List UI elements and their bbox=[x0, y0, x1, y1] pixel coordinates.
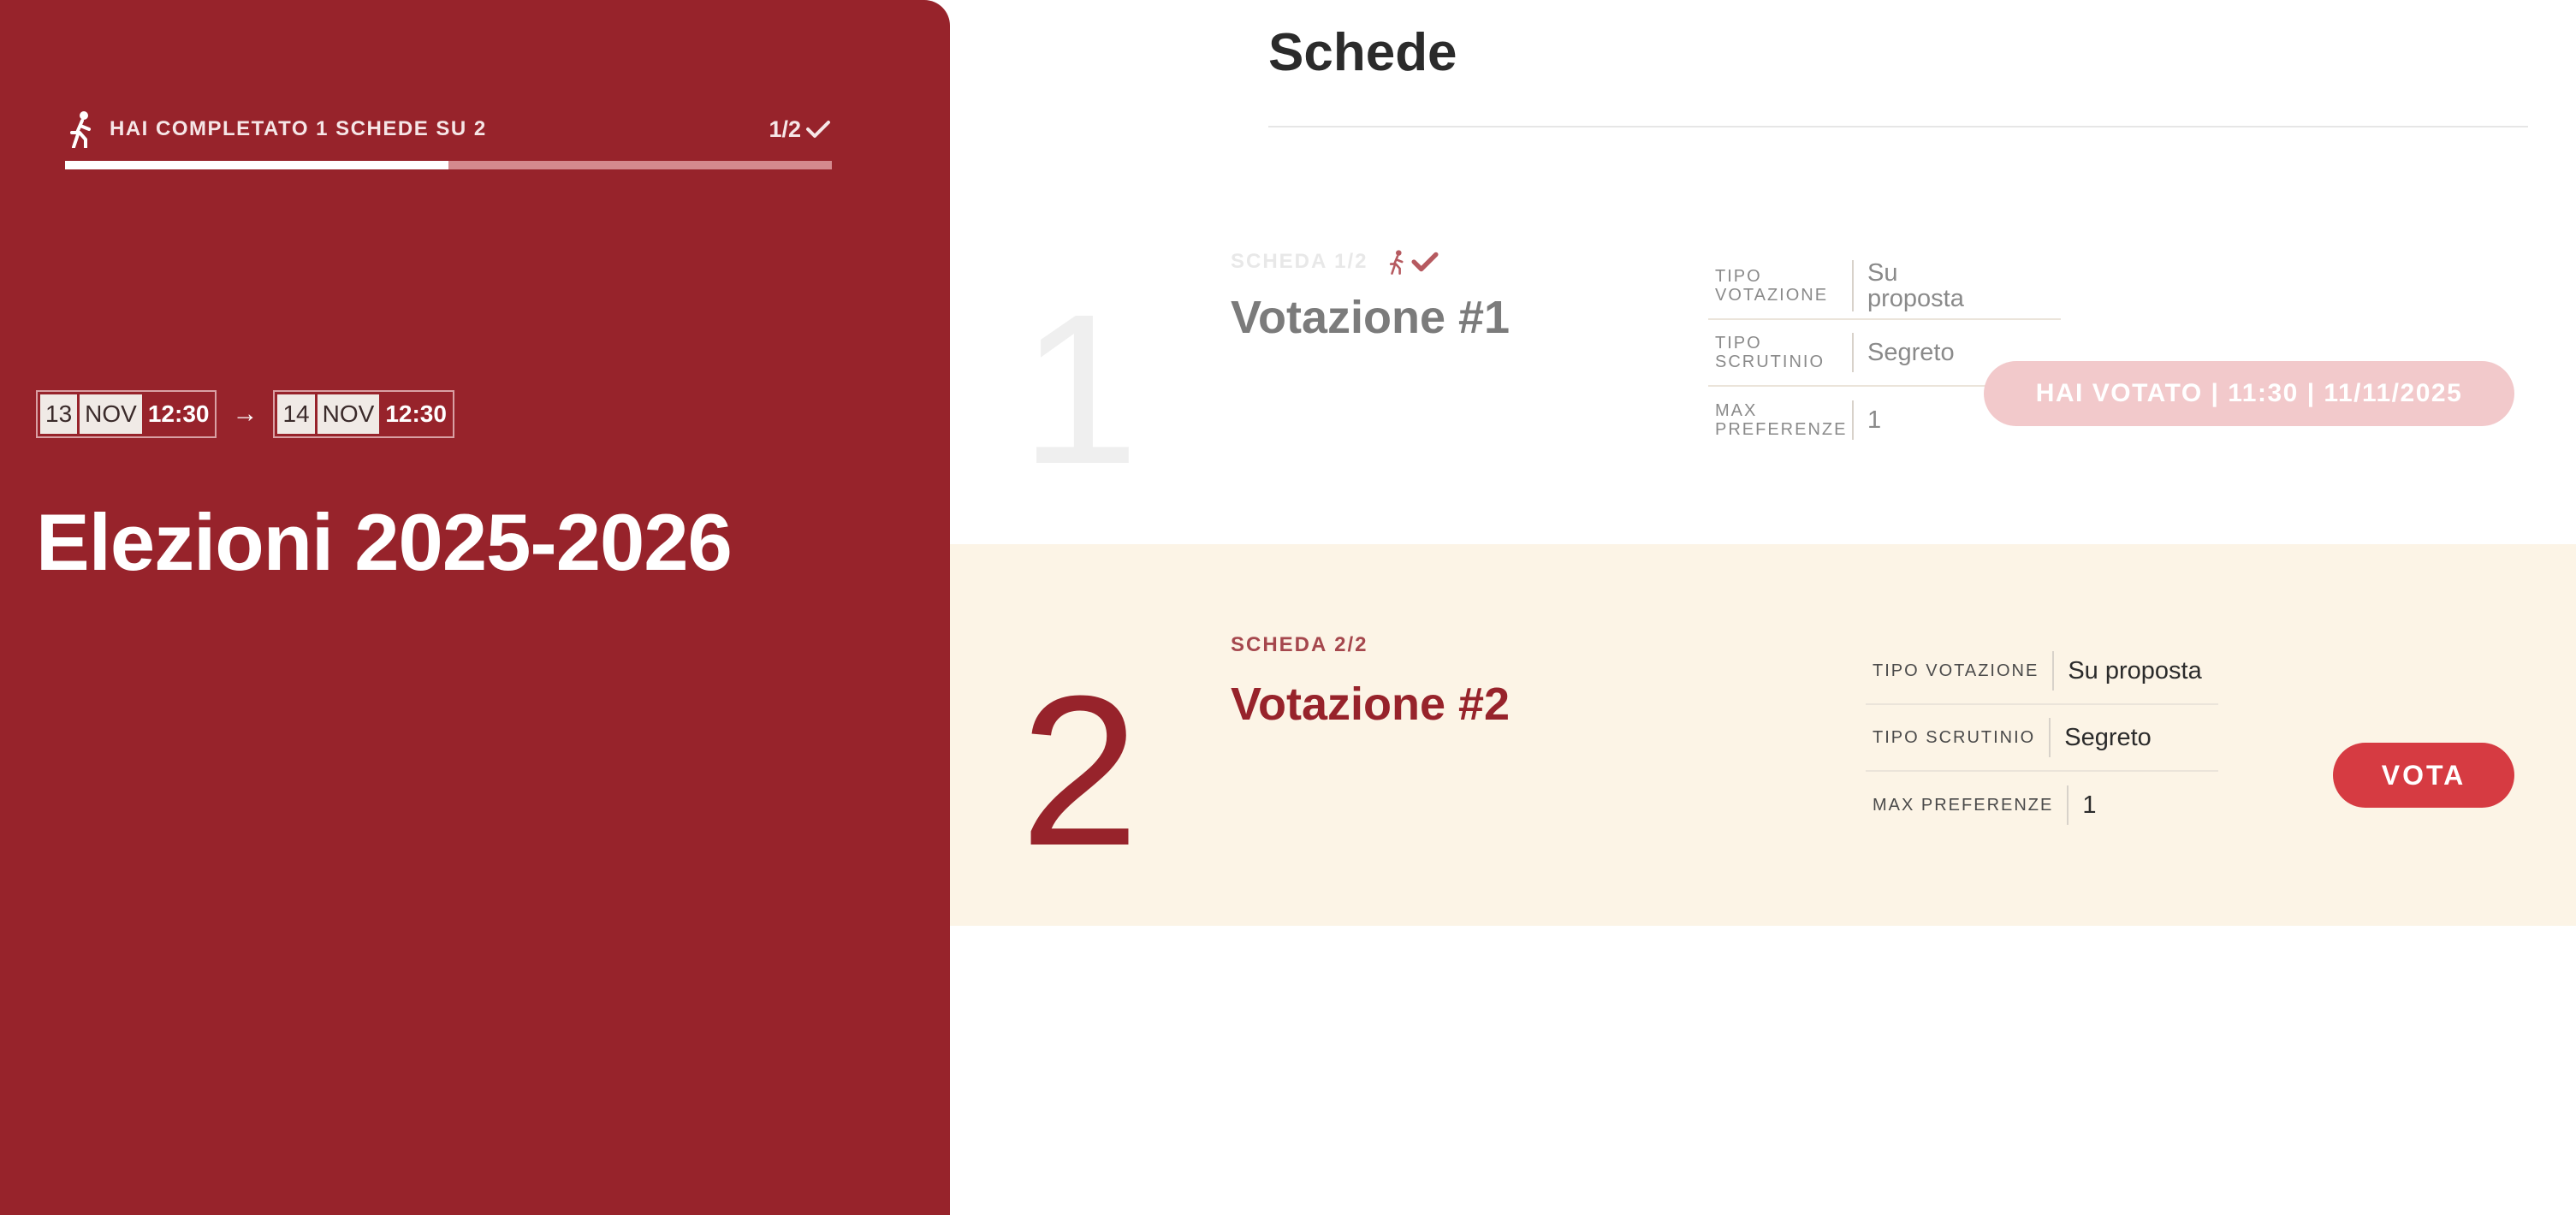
start-day: 13 bbox=[40, 394, 78, 434]
walker-icon bbox=[1386, 248, 1409, 276]
progress-count: 1/2 bbox=[769, 116, 832, 143]
arrow-right-icon: → bbox=[232, 400, 258, 428]
progress-text: HAI COMPLETATO 1 SCHEDE SU 2 bbox=[110, 117, 487, 140]
info-row-tipo-votazione: TIPO VOTAZIONE Su proposta bbox=[1866, 638, 2218, 705]
ballot-kicker: SCHEDA 1/2 bbox=[1231, 248, 1441, 276]
progress-bar bbox=[65, 161, 832, 169]
ballot-kicker-label: SCHEDA 2/2 bbox=[1231, 633, 1368, 656]
start-date: 13 NOV 12:30 bbox=[36, 390, 217, 438]
election-title: Elezioni 2025-2026 bbox=[36, 497, 733, 587]
info-label: MAX PREFERENZE bbox=[1715, 401, 1848, 439]
info-label: MAX PREFERENZE bbox=[1873, 796, 2054, 815]
end-time: 12:30 bbox=[385, 400, 447, 427]
info-value: Su proposta bbox=[1852, 259, 1964, 312]
ballot-name: Votazione #2 bbox=[1231, 679, 1511, 730]
ballot-card-2: 2 SCHEDA 2/2 Votazione #2 TIPO VOTAZIONE… bbox=[950, 544, 2576, 926]
ballot-number: 1 bbox=[1020, 270, 1140, 508]
info-value: 1 bbox=[2067, 785, 2097, 825]
ballot-kicker: SCHEDA 2/2 bbox=[1231, 633, 1368, 657]
info-value: Segreto bbox=[1852, 333, 1955, 372]
end-day: 14 bbox=[277, 394, 315, 434]
vote-button[interactable]: VOTA bbox=[2333, 743, 2514, 808]
ballot-info-table: TIPO VOTAZIONE Su proposta TIPO SCRUTINI… bbox=[1866, 638, 2218, 839]
info-value: Su proposta bbox=[2052, 651, 2202, 690]
ballot-kicker-label: SCHEDA 1/2 bbox=[1231, 250, 1368, 273]
date-range: 13 NOV 12:30 → 14 NOV 12:30 bbox=[36, 390, 454, 438]
ballot-name: Votazione #1 bbox=[1231, 292, 1511, 343]
info-row-tipo-votazione: TIPO VOTAZIONE Su proposta bbox=[1708, 253, 2061, 320]
title-divider bbox=[1268, 126, 2528, 127]
start-month: NOV bbox=[80, 394, 142, 434]
info-row-max-preferenze: MAX PREFERENZE 1 bbox=[1866, 772, 2218, 839]
info-value: 1 bbox=[1852, 400, 1881, 440]
progress-count-label: 1/2 bbox=[769, 116, 801, 142]
ballot-number: 2 bbox=[1020, 651, 1140, 890]
page-title: Schede bbox=[1268, 23, 1457, 82]
ballot-card-1: 1 SCHEDA 1/2 Votazione #1 TIPO VOTAZIONE… bbox=[950, 188, 2576, 543]
election-sidebar: HAI COMPLETATO 1 SCHEDE SU 2 1/2 13 NOV … bbox=[0, 0, 950, 1215]
check-icon bbox=[804, 117, 832, 141]
info-value: Segreto bbox=[2049, 718, 2152, 757]
voted-status-button: HAI VOTATO | 11:30 | 11/11/2025 bbox=[1984, 361, 2514, 426]
info-label: TIPO VOTAZIONE bbox=[1715, 267, 1829, 305]
progress-bar-fill bbox=[65, 161, 448, 169]
progress-header: HAI COMPLETATO 1 SCHEDE SU 2 1/2 bbox=[65, 108, 832, 151]
info-label: TIPO SCRUTINIO bbox=[1715, 334, 1825, 371]
info-label: TIPO SCRUTINIO bbox=[1873, 728, 2036, 747]
walker-icon bbox=[65, 110, 99, 149]
end-date: 14 NOV 12:30 bbox=[273, 390, 454, 438]
end-month: NOV bbox=[317, 394, 380, 434]
ballot-status-icons bbox=[1386, 248, 1441, 276]
check-icon bbox=[1409, 249, 1441, 275]
info-label: TIPO VOTAZIONE bbox=[1873, 661, 2039, 680]
start-time: 12:30 bbox=[147, 400, 210, 427]
info-row-tipo-scrutinio: TIPO SCRUTINIO Segreto bbox=[1866, 705, 2218, 772]
